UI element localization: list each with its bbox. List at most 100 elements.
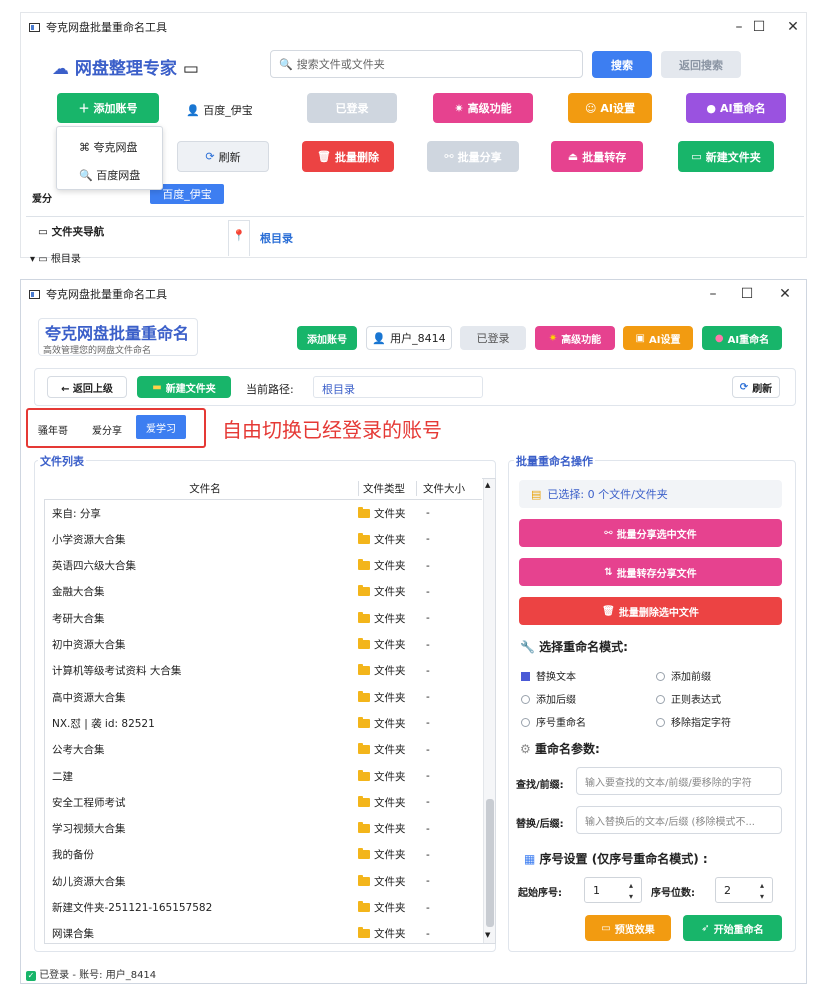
folder-icon — [358, 901, 370, 912]
top-batch-share-button[interactable]: ⚯ 批量分享 — [427, 141, 519, 172]
cell-size: - — [426, 638, 430, 651]
path-value-box[interactable]: 根目录 — [313, 376, 483, 398]
search-button[interactable]: 搜索 — [592, 51, 652, 78]
mode-prefix[interactable]: 添加前缀 — [656, 668, 711, 683]
top-ai-settings-label: AI设置 — [600, 102, 636, 115]
table-row[interactable]: 高中资源大合集 文件夹 - — [44, 684, 482, 710]
cell-type: 文件夹 — [358, 742, 416, 757]
scrollbar[interactable]: ▲ ▼ — [483, 479, 495, 943]
top-batch-transfer-button[interactable]: ⏏ 批量转存 — [551, 141, 643, 172]
mode-sequence[interactable]: 序号重命名 — [521, 714, 586, 729]
new-folder-button[interactable]: ▬ 新建文件夹 — [137, 376, 231, 398]
ai-settings-button[interactable]: ▣ AI设置 — [623, 326, 693, 350]
table-row[interactable]: 二建 文件夹 - — [44, 763, 482, 789]
start-number-stepper[interactable]: 1 ▴ ▾ — [584, 877, 642, 903]
close-button[interactable]: ✕ — [765, 280, 805, 308]
app-icon — [29, 289, 40, 299]
table-row[interactable]: 网课合集 文件夹 - — [44, 921, 482, 947]
digits-value: 2 — [724, 883, 731, 897]
table-row[interactable]: 公考大合集 文件夹 - — [44, 737, 482, 763]
table-row[interactable]: 新建文件夹-251121-165157582 文件夹 - — [44, 895, 482, 921]
ai-rename-button[interactable]: ● AI重命名 — [702, 326, 782, 350]
folder-icon — [358, 585, 370, 597]
back-search-button[interactable]: 返回搜索 — [661, 51, 741, 78]
mode-suffix[interactable]: 添加后缀 — [521, 691, 576, 706]
back-button[interactable]: ← 返回上级 — [47, 376, 127, 398]
col-type[interactable]: 文件类型 — [358, 481, 416, 496]
mode-remove[interactable]: 移除指定字符 — [656, 714, 731, 729]
top-new-folder-button[interactable]: ▭ 新建文件夹 — [678, 141, 774, 172]
table-row[interactable]: 英语四六级大合集 文件夹 - — [44, 553, 482, 579]
maximize-button[interactable]: ☐ — [727, 280, 767, 308]
scroll-down-arrow[interactable]: ▼ — [485, 931, 490, 939]
top-advanced-button[interactable]: ✷ 高级功能 — [433, 93, 533, 123]
top-refresh-button[interactable]: ⟳ 刷新 — [177, 141, 269, 172]
stepper-arrows-icon[interactable]: ▴ ▾ — [625, 880, 637, 902]
batch-delete-button[interactable]: 🗑 批量删除选中文件 — [519, 597, 782, 625]
brand-label: 网盘整理专家 — [74, 59, 177, 79]
table-row[interactable]: 我的备份 文件夹 - — [44, 842, 482, 868]
table-row[interactable]: 初中资源大合集 文件夹 - — [44, 632, 482, 658]
scroll-thumb[interactable] — [486, 799, 494, 927]
star-icon: ✷ — [548, 332, 558, 344]
cell-name: NX.怼 | 袭 id: 82521 — [52, 717, 155, 730]
pin-tab[interactable]: 📍 — [228, 220, 250, 256]
batch-share-button[interactable]: ⚯ 批量分享选中文件 — [519, 519, 782, 547]
close-button[interactable]: ✕ — [773, 13, 813, 41]
table-row[interactable]: 安全工程师考试 文件夹 - — [44, 789, 482, 815]
top-ai-settings-button[interactable]: ☺ AI设置 — [568, 93, 652, 123]
stepper-arrows-icon[interactable]: ▴ ▾ — [756, 880, 768, 902]
dropdown-item-baidu[interactable]: 🔍 百度网盘 — [79, 167, 140, 183]
tree-root-item[interactable]: ▾ ▭ 根目录 — [30, 250, 81, 265]
cell-name: 计算机等级考试资料 大合集 — [52, 665, 182, 678]
account-tab-1[interactable]: 爱分享 — [92, 422, 122, 437]
table-row[interactable]: 金融大合集 文件夹 - — [44, 579, 482, 605]
mode-replace[interactable]: 替换文本 — [521, 668, 576, 683]
batch-transfer-button[interactable]: ⇅ 批量转存分享文件 — [519, 558, 782, 586]
replace-input[interactable]: 输入替换后的文本/后缀 (移除模式不... — [576, 806, 782, 834]
add-account-button[interactable]: 添加账号 — [297, 326, 357, 350]
table-row[interactable]: 小学资源大合集 文件夹 - — [44, 526, 482, 552]
table-row[interactable]: 考研大合集 文件夹 - — [44, 605, 482, 631]
top-bottom-panel — [26, 216, 804, 258]
refresh-button[interactable]: ⟳ 刷新 — [732, 376, 780, 398]
start-rename-button[interactable]: ➶ 开始重命名 — [683, 915, 782, 941]
dropdown-quark-label: 夸克网盘 — [93, 141, 138, 154]
status-bar: ✓ 已登录 - 账号: 用户_8414 — [26, 966, 156, 981]
cell-type-label: 文件夹 — [374, 875, 406, 888]
digits-stepper[interactable]: 2 ▴ ▾ — [715, 877, 773, 903]
table-row[interactable]: 学习视频大合集 文件夹 - — [44, 816, 482, 842]
folder-icon — [358, 611, 370, 623]
dropdown-item-quark[interactable]: ⌘ 夸克网盘 — [79, 139, 138, 155]
top-new-folder-label: 新建文件夹 — [705, 150, 761, 164]
advanced-label: 高级功能 — [561, 334, 602, 346]
top-batch-delete-button[interactable]: 🗑 批量删除 — [302, 141, 394, 172]
account-tab-2-active[interactable]: 爱学习 — [136, 415, 186, 439]
add-account-button[interactable]: ＋添加账号 — [57, 93, 159, 123]
cell-name: 公考大合集 — [52, 744, 105, 757]
cell-type-label: 文件夹 — [374, 770, 406, 783]
search-input[interactable]: 🔍 搜索文件或文件夹 — [270, 50, 583, 78]
find-input[interactable]: 输入要查找的文本/前缀/要移除的字符 — [576, 767, 782, 795]
table-row[interactable]: NX.怼 | 袭 id: 82521 文件夹 - — [44, 710, 482, 736]
table-row[interactable]: 计算机等级考试资料 大合集 文件夹 - — [44, 658, 482, 684]
params-title: ⚙ 重命名参数: — [520, 740, 600, 757]
root-tab[interactable]: 根目录 — [260, 230, 293, 246]
preview-button[interactable]: ▭ 预览效果 — [585, 915, 671, 941]
wrench-icon: 🔧 — [520, 640, 535, 654]
gear-icon: ⚙ — [520, 742, 531, 756]
scroll-up-arrow[interactable]: ▲ — [485, 481, 490, 489]
top-logged-button[interactable]: 已登录 — [307, 93, 397, 123]
table-row[interactable]: 幼儿资源大合集 文件夹 - — [44, 868, 482, 894]
selected-label: 已选择: 0 个文件/文件夹 — [547, 488, 668, 501]
radio-icon — [656, 672, 665, 681]
table-row[interactable]: 来自: 分享 文件夹 - — [44, 500, 482, 526]
col-size[interactable]: 文件大小 — [416, 481, 476, 496]
top-ai-rename-button[interactable]: ● AI重命名 — [686, 93, 786, 123]
advanced-button[interactable]: ✷ 高级功能 — [535, 326, 615, 350]
account-tab-0[interactable]: 骚年哥 — [38, 422, 68, 437]
col-name[interactable]: 文件名 — [44, 481, 358, 496]
cell-type-label: 文件夹 — [374, 928, 406, 941]
mode-regex[interactable]: 正则表达式 — [656, 691, 721, 706]
logged-in-button[interactable]: 已登录 — [460, 326, 526, 350]
